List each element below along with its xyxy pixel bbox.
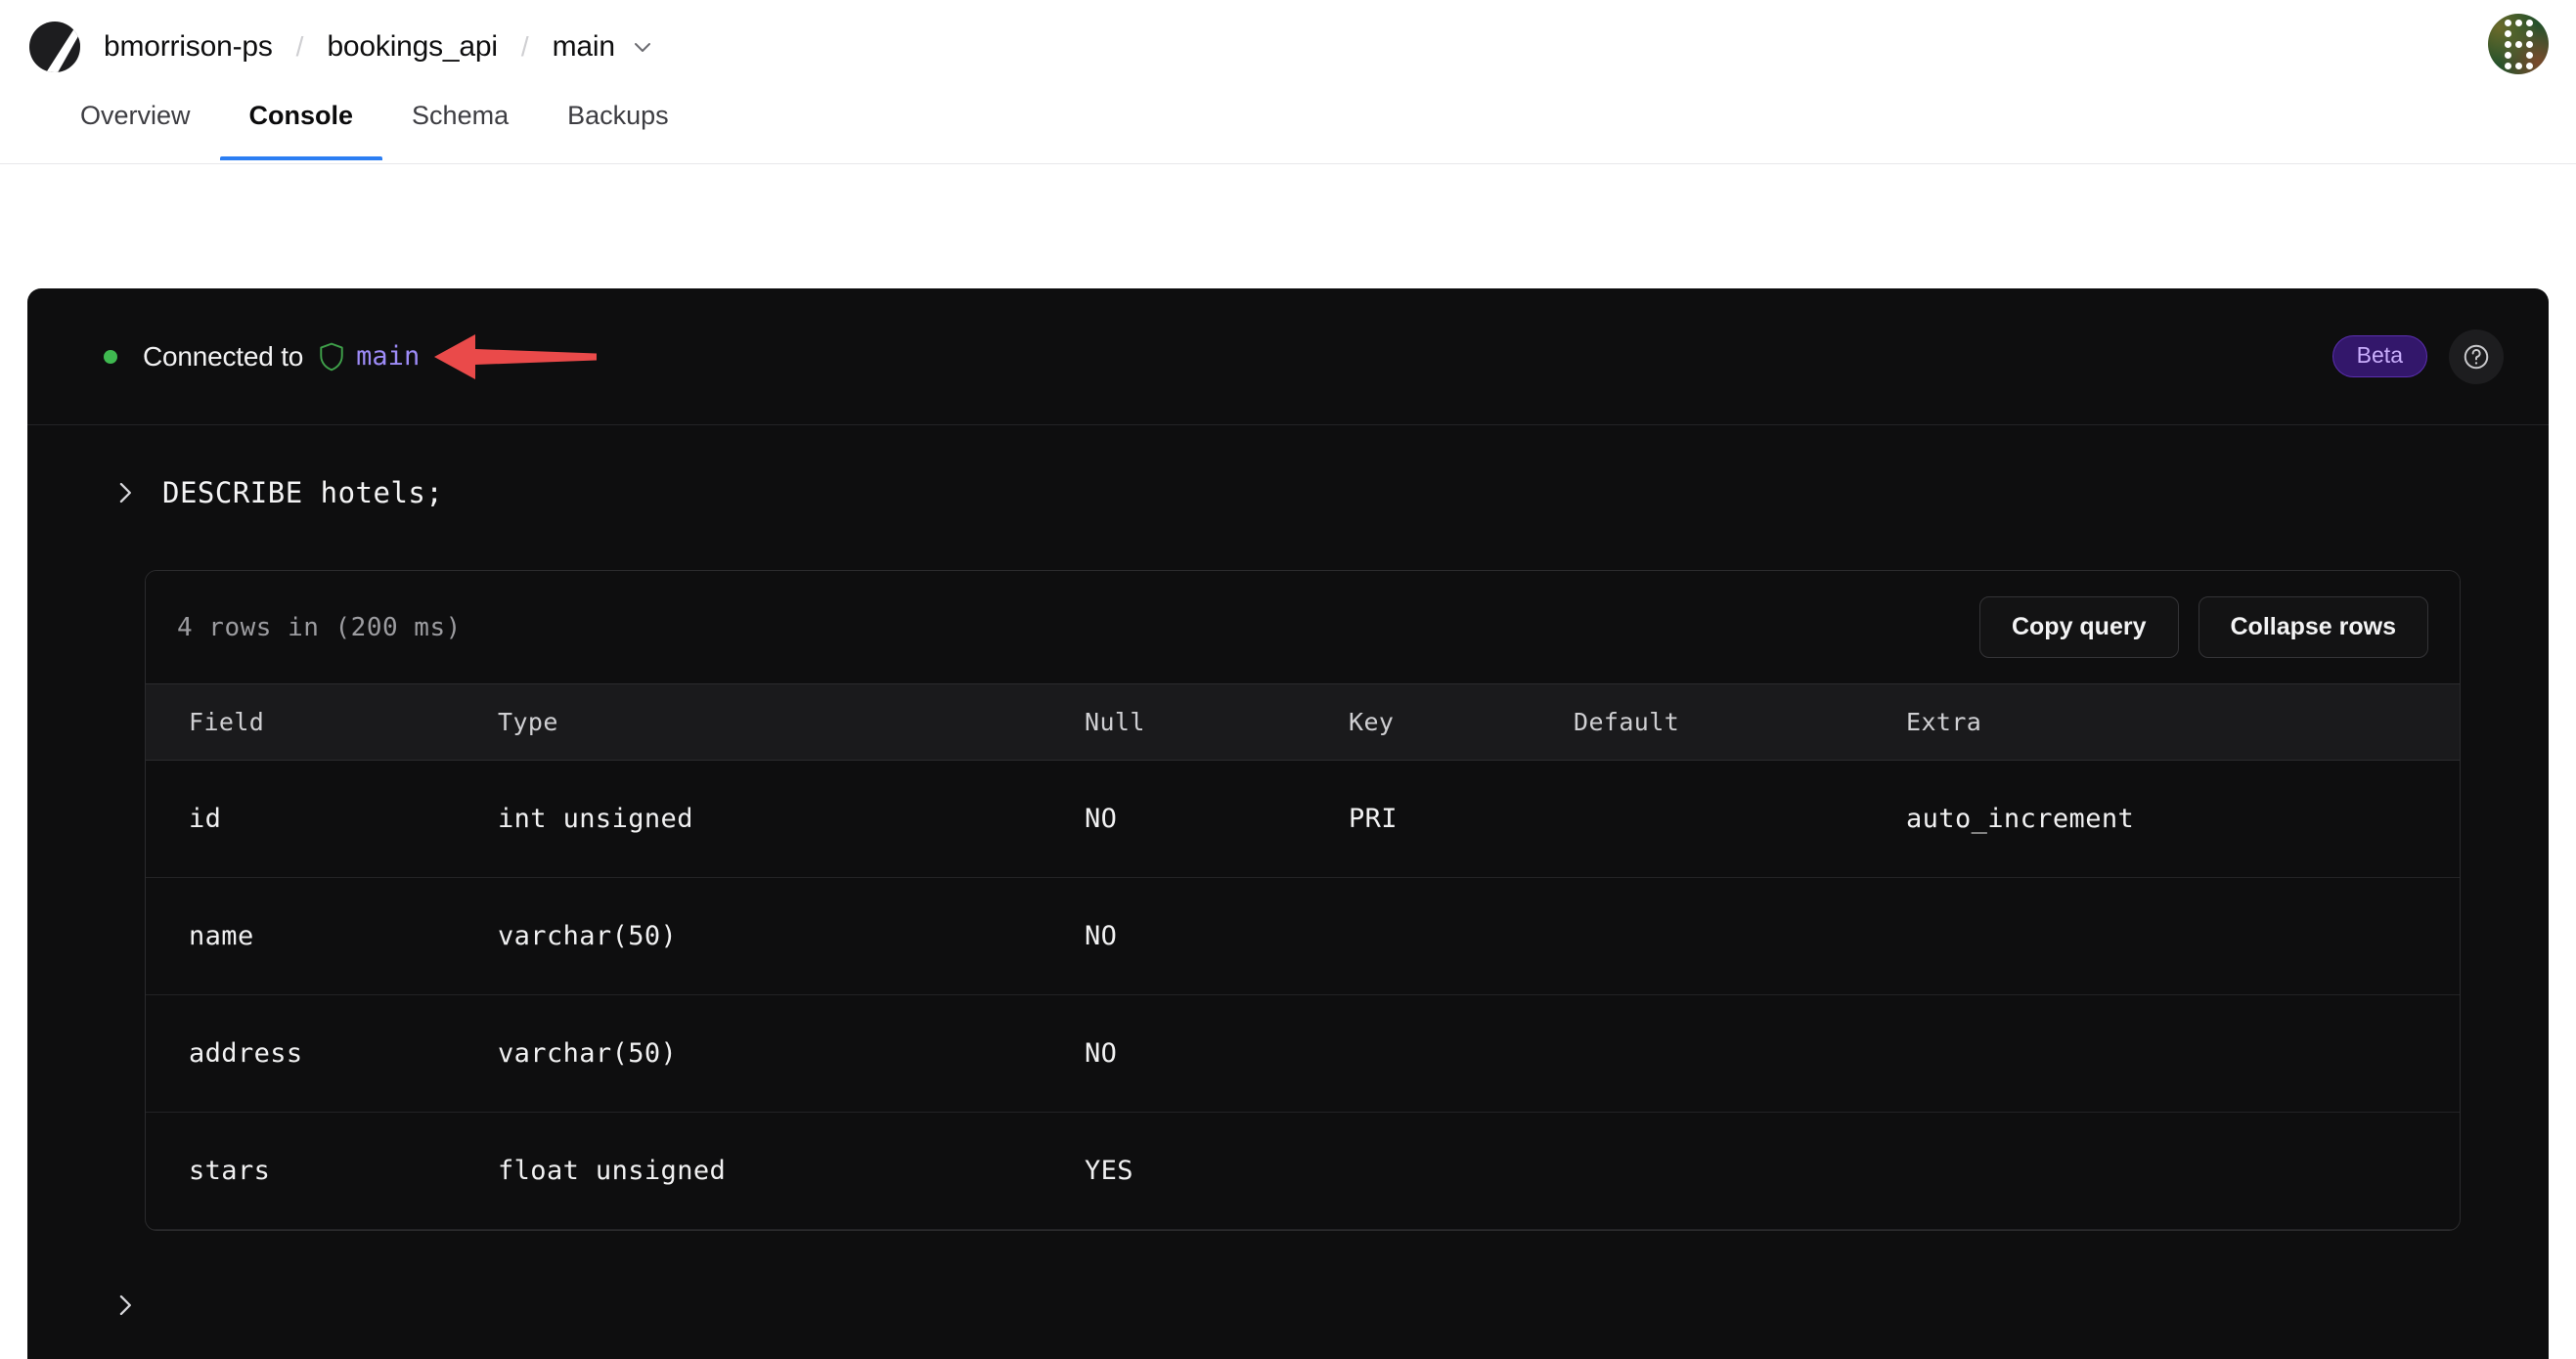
planetscale-logo-icon[interactable] xyxy=(27,20,82,74)
breadcrumb-organization[interactable]: bmorrison-ps xyxy=(104,30,273,64)
console-branch-name: main xyxy=(356,341,421,372)
query-text: DESCRIBE hotels; xyxy=(162,476,444,509)
rows-meta: 4 rows in (200 ms) xyxy=(177,612,462,642)
cell-field: name xyxy=(146,877,498,995)
cell-null: YES xyxy=(1085,1112,1349,1230)
cell-null: NO xyxy=(1085,760,1349,878)
copy-query-button[interactable]: Copy query xyxy=(1978,596,2179,658)
column-header-key[interactable]: Key xyxy=(1349,683,1574,761)
table-header-row: Field Type Null Key Default Extra xyxy=(146,683,2460,761)
new-query-prompt[interactable] xyxy=(27,1231,2549,1319)
column-header-field[interactable]: Field xyxy=(146,683,498,761)
collapse-rows-button[interactable]: Collapse rows xyxy=(2198,596,2428,658)
top-bar: bmorrison-ps / bookings_api / main xyxy=(0,0,2576,93)
cell-default xyxy=(1574,760,1906,878)
tab-overview[interactable]: Overview xyxy=(51,93,220,160)
cell-key xyxy=(1349,877,1574,995)
connection-status-dot xyxy=(104,349,117,364)
results-toolbar: 4 rows in (200 ms) Copy query Collapse r… xyxy=(146,571,2460,683)
console-body: DESCRIBE hotels; 4 rows in (200 ms) Copy… xyxy=(27,425,2549,1319)
connected-label: Connected to xyxy=(143,340,304,372)
shield-icon xyxy=(319,342,344,372)
cell-type: varchar(50) xyxy=(498,994,1085,1113)
chevron-down-icon[interactable] xyxy=(631,35,654,59)
column-header-null[interactable]: Null xyxy=(1085,683,1349,761)
page-root: bmorrison-ps / bookings_api / main Overv… xyxy=(0,0,2576,1359)
table-row: name varchar(50) NO xyxy=(146,877,2460,995)
table-header: Field Type Null Key Default Extra xyxy=(146,683,2460,761)
console-header-actions: Beta xyxy=(2332,329,2504,384)
query-results-card: 4 rows in (200 ms) Copy query Collapse r… xyxy=(145,570,2461,1231)
console-header: Connected to main Beta xyxy=(27,288,2549,425)
breadcrumb-database[interactable]: bookings_api xyxy=(327,30,498,64)
avatar-dot-pattern xyxy=(2504,19,2533,69)
column-header-default[interactable]: Default xyxy=(1574,683,1906,761)
cell-default xyxy=(1574,994,1906,1113)
cell-null: NO xyxy=(1085,994,1349,1113)
cell-extra: auto_increment xyxy=(1906,760,2460,878)
table-row: address varchar(50) NO xyxy=(146,994,2460,1113)
beta-badge: Beta xyxy=(2332,335,2427,377)
table-row: stars float unsigned YES xyxy=(146,1112,2460,1230)
chevron-right-icon xyxy=(115,1292,137,1319)
breadcrumb: bmorrison-ps / bookings_api / main xyxy=(104,30,654,64)
cell-extra xyxy=(1906,1112,2460,1230)
cell-field: stars xyxy=(146,1112,498,1230)
cell-key xyxy=(1349,994,1574,1113)
chevron-right-icon xyxy=(115,479,137,506)
cell-null: NO xyxy=(1085,877,1349,995)
cell-type: varchar(50) xyxy=(498,877,1085,995)
column-header-type[interactable]: Type xyxy=(498,683,1085,761)
tab-schema[interactable]: Schema xyxy=(382,93,538,160)
question-mark-icon[interactable] xyxy=(2449,329,2504,384)
results-actions: Copy query Collapse rows xyxy=(1978,596,2428,658)
cell-extra xyxy=(1906,994,2460,1113)
cell-default xyxy=(1574,877,1906,995)
tab-bar: Overview Console Schema Backups xyxy=(0,93,2576,164)
cell-field: id xyxy=(146,760,498,878)
breadcrumb-branch[interactable]: main xyxy=(553,30,615,64)
tab-backups[interactable]: Backups xyxy=(538,93,698,160)
console-panel: Connected to main Beta DESCRIBE hotels; xyxy=(27,288,2549,1359)
cell-key: PRI xyxy=(1349,760,1574,878)
column-header-extra[interactable]: Extra xyxy=(1906,683,2460,761)
cell-default xyxy=(1574,1112,1906,1230)
tab-console[interactable]: Console xyxy=(219,93,383,160)
table-body: id int unsigned NO PRI auto_increment na… xyxy=(146,760,2460,1230)
breadcrumb-separator-1: / xyxy=(295,30,304,62)
cell-key xyxy=(1349,1112,1574,1230)
cell-extra xyxy=(1906,877,2460,995)
cell-type: float unsigned xyxy=(498,1112,1085,1230)
avatar[interactable] xyxy=(2488,14,2549,74)
executed-query-line: DESCRIBE hotels; xyxy=(27,425,2549,509)
table-row: id int unsigned NO PRI auto_increment xyxy=(146,760,2460,878)
breadcrumb-separator-2: / xyxy=(520,30,529,62)
describe-results-table: Field Type Null Key Default Extra id int… xyxy=(146,683,2460,1230)
cell-type: int unsigned xyxy=(498,760,1085,878)
cell-field: address xyxy=(146,994,498,1113)
